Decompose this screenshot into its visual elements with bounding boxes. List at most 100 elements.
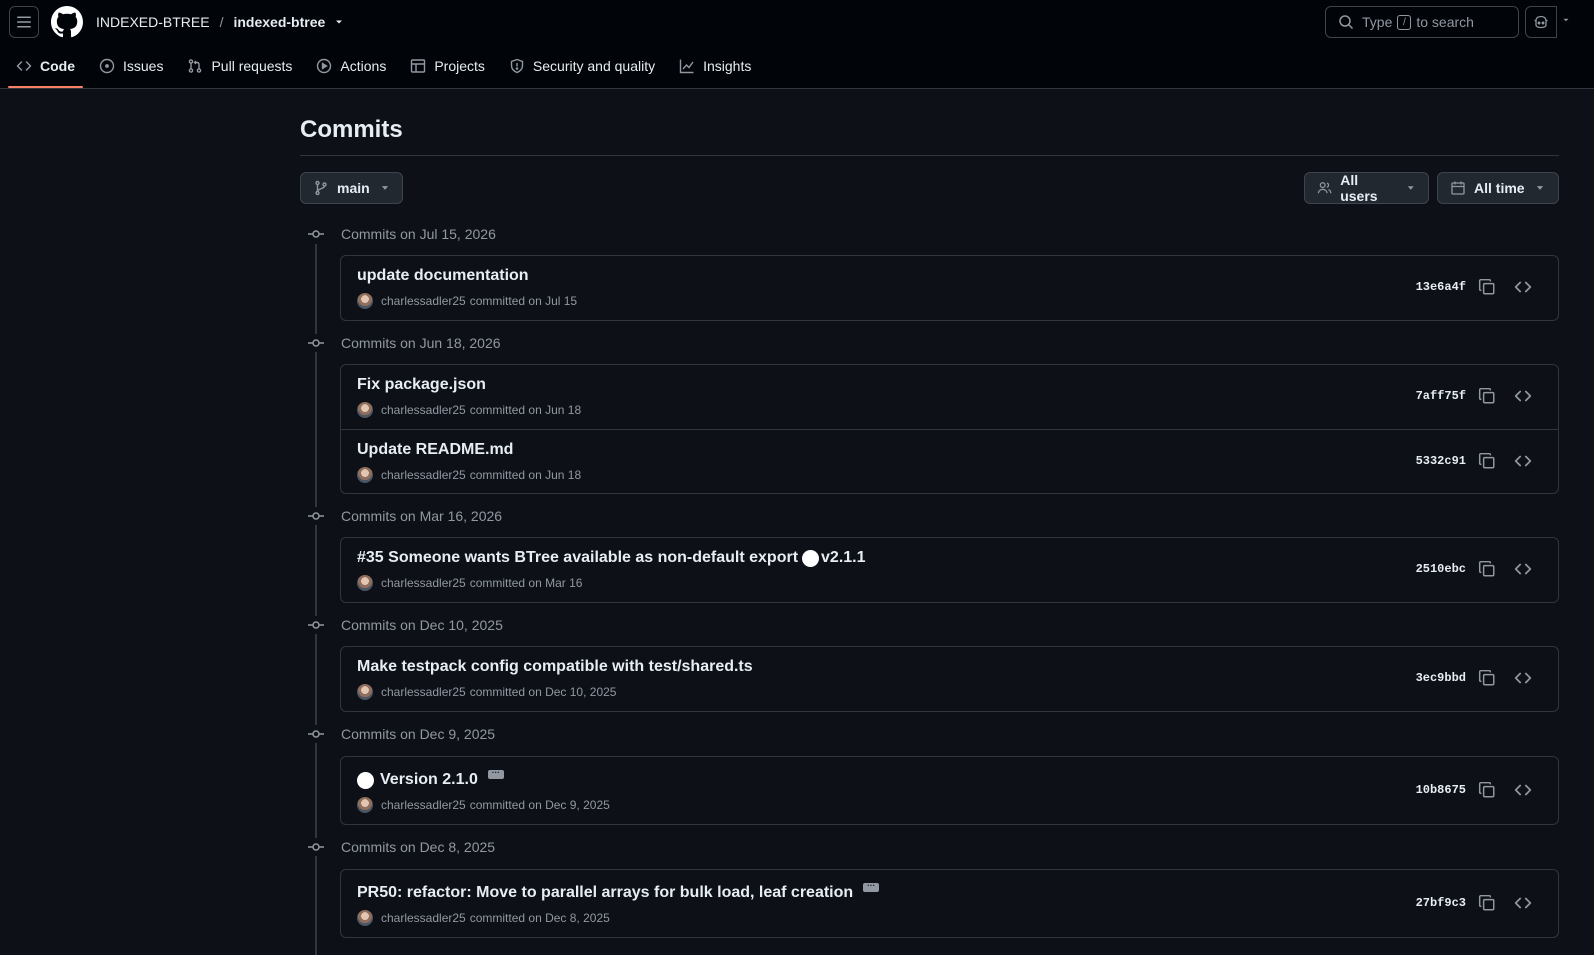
commit-group-heading: Commits on Dec 8, 2025 [307,837,495,857]
repo-link[interactable]: indexed-btree [233,14,325,30]
copy-icon[interactable] [1478,560,1496,578]
commit-list: PR50: refactor: Move to parallel arrays … [340,869,1559,938]
browse-code-icon[interactable] [1514,452,1532,470]
git-commit-icon [307,507,325,525]
copy-icon[interactable] [1478,669,1496,687]
commit-date: committed on Dec 9, 2025 [469,798,610,812]
commit-sha-link[interactable]: 2510ebc [1416,562,1466,576]
browse-code-icon[interactable] [1514,781,1532,799]
avatar[interactable] [357,575,373,591]
menu-button[interactable] [9,6,39,38]
browse-code-icon[interactable] [1514,387,1532,405]
commit-list: update documentation charlessadler25 com… [340,255,1559,321]
search-shortcut-key: / [1397,14,1412,30]
commit-message-suffix[interactable]: v2.1.1 [821,549,865,567]
three-bars-icon [17,16,31,28]
github-logo-icon[interactable] [51,6,83,38]
commit-author[interactable]: charlessadler25 [381,911,466,925]
commit-row[interactable]: Make testpack config compatible with tes… [341,647,1558,711]
commit-row[interactable]: update documentation charlessadler25 com… [341,256,1558,320]
copy-icon[interactable] [1478,452,1496,470]
commit-author[interactable]: charlessadler25 [381,403,466,417]
commit-group-heading: Commits on Jun 18, 2026 [307,333,501,353]
tab-issues[interactable]: Issues [91,48,171,84]
tab-security[interactable]: Security and quality [501,48,663,84]
triangle-down-icon [381,186,388,190]
copy-icon[interactable] [1478,781,1496,799]
tab-insights[interactable]: Insights [671,48,759,84]
triangle-down-icon[interactable] [333,16,345,28]
avatar[interactable] [357,910,373,926]
users-filter-button[interactable]: All users [1304,172,1429,204]
tab-projects[interactable]: Projects [402,48,493,84]
tab-pull-requests[interactable]: Pull requests [179,48,300,84]
commit-row[interactable]: Update README.md charlessadler25 committ… [341,429,1558,493]
branch-selector-button[interactable]: main [300,172,403,204]
commit-sha-link[interactable]: 27bf9c3 [1416,896,1466,910]
avatar[interactable] [357,684,373,700]
commit-message-link[interactable]: #35 Someone wants BTree available as non… [357,549,798,567]
page-title: Commits [300,116,403,143]
tab-code[interactable]: Code [8,48,83,88]
expand-message-button[interactable]: ··· [487,768,504,779]
avatar[interactable] [357,467,373,483]
commit-message-link[interactable]: Version 2.1.0 [380,771,478,789]
browse-code-icon[interactable] [1514,560,1532,578]
commit-author[interactable]: charlessadler25 [381,294,466,308]
commit-message-link[interactable]: update documentation [357,267,529,285]
commit-sha-link[interactable]: 7aff75f [1416,389,1466,403]
browse-code-icon[interactable] [1514,894,1532,912]
code-icon [16,61,32,71]
commit-message-link[interactable]: Make testpack config compatible with tes… [357,658,753,676]
commit-row[interactable]: PR50: refactor: Move to parallel arrays … [341,870,1558,937]
app-header: INDEXED-BTREE / indexed-btree Type / to … [0,0,1594,89]
commit-date: committed on Jun 18 [469,468,582,482]
commit-author[interactable]: charlessadler25 [381,468,466,482]
commit-row[interactable]: Version 2.1.0 ··· charlessadler25 commit… [341,757,1558,824]
copilot-button[interactable] [1525,6,1557,38]
triangle-down-icon [1408,186,1415,190]
commit-sha-link[interactable]: 10b8675 [1416,783,1466,797]
commit-group-heading: Commits on Mar 16, 2026 [307,506,502,526]
tab-label: Pull requests [211,58,293,74]
commit-row[interactable]: #35 Someone wants BTree available as non… [341,538,1558,602]
commit-group-date: Commits on Jul 15, 2026 [341,226,496,242]
copy-icon[interactable] [1478,278,1496,296]
commit-message-link[interactable]: Fix package.json [357,376,486,394]
copy-icon[interactable] [1478,894,1496,912]
browse-code-icon[interactable] [1514,278,1532,296]
users-filter-label: All users [1340,172,1378,204]
search-input[interactable]: Type / to search [1325,6,1519,38]
avatar[interactable] [357,293,373,309]
avatar[interactable] [357,797,373,813]
commit-list: #35 Someone wants BTree available as non… [340,537,1559,603]
git-branch-icon [315,180,327,196]
people-icon [1317,182,1332,194]
commit-sha-link[interactable]: 3ec9bbd [1416,671,1466,685]
commit-group-date: Commits on Mar 16, 2026 [341,508,503,524]
copy-icon[interactable] [1478,387,1496,405]
expand-message-button[interactable]: ··· [863,881,880,892]
search-placeholder-prefix: Type [1362,14,1393,30]
issue-opened-icon [99,58,115,74]
commit-message-link[interactable]: PR50: refactor: Move to parallel arrays … [357,884,853,902]
copilot-dropdown-caret-icon[interactable] [1561,14,1571,26]
commit-author[interactable]: charlessadler25 [381,798,466,812]
graph-icon [679,59,694,74]
time-filter-label: All time [1474,180,1525,196]
commit-author[interactable]: charlessadler25 [381,685,466,699]
commit-sha-link[interactable]: 13e6a4f [1416,280,1466,294]
commit-row[interactable]: Fix package.json charlessadler25 committ… [341,365,1558,429]
avatar[interactable] [357,402,373,418]
commit-author[interactable]: charlessadler25 [381,576,466,590]
git-commit-icon [307,334,325,352]
tab-actions[interactable]: Actions [308,48,394,84]
commit-group-heading: Commits on Dec 10, 2025 [307,615,503,635]
search-placeholder-suffix: to search [1416,14,1474,30]
browse-code-icon[interactable] [1514,669,1532,687]
commit-message-link[interactable]: Update README.md [357,441,513,459]
commit-sha-link[interactable]: 5332c91 [1416,454,1466,468]
search-icon [1339,15,1354,30]
owner-link[interactable]: INDEXED-BTREE [96,14,210,30]
time-filter-button[interactable]: All time [1437,172,1559,204]
